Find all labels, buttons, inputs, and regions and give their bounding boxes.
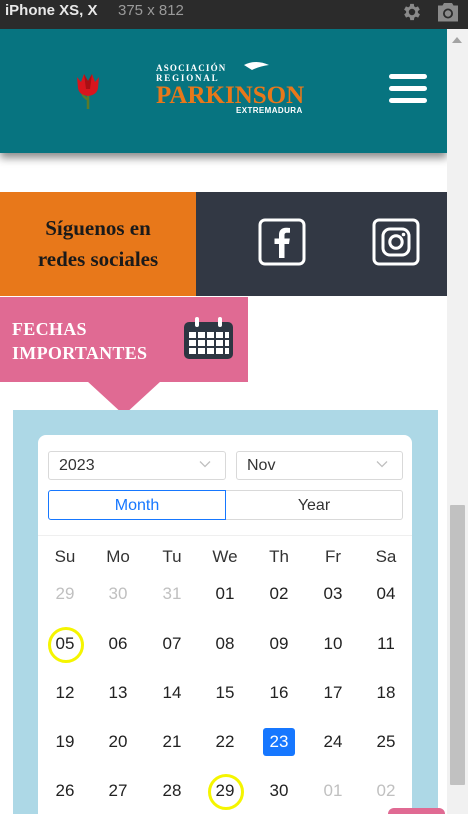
device-selector[interactable]: iPhone XS, X <box>5 2 98 19</box>
logo-line1: ASOCIACIÓN <box>156 63 227 73</box>
mode-year-button[interactable]: Year <box>226 490 403 520</box>
social-icons-panel <box>196 192 447 296</box>
weekday-header: Mo <box>106 547 130 566</box>
month-select[interactable]: Nov <box>236 451 403 480</box>
important-dates-line2: IMPORTANTES <box>12 343 148 363</box>
parkinson-logo[interactable]: ASOCIACIÓN REGIONAL PARKINSON EXTREMADUR… <box>152 57 312 117</box>
instagram-icon[interactable] <box>372 218 420 266</box>
calendar-day[interactable]: 30 <box>102 580 134 608</box>
calendar-day[interactable]: 15 <box>209 679 241 707</box>
important-dates-line1: FECHAS <box>12 319 87 339</box>
calendar-day[interactable]: 01 <box>209 580 241 608</box>
month-select-value: Nov <box>247 457 276 474</box>
weekday-header: We <box>212 547 238 566</box>
weekday-header: Sa <box>375 547 397 566</box>
calendar-day[interactable]: 31 <box>156 580 188 608</box>
follow-us-panel: Síguenos en redes sociales <box>0 192 196 296</box>
calendar-day[interactable]: 21 <box>156 728 188 756</box>
page-viewport: ASOCIACIÓN REGIONAL PARKINSON EXTREMADUR… <box>0 29 447 814</box>
tulip-icon[interactable] <box>73 71 103 111</box>
weekday-header: Su <box>54 547 76 566</box>
menu-bar-icon <box>389 74 427 79</box>
calendar-day[interactable]: 30 <box>263 777 295 805</box>
calendar-day[interactable]: 27 <box>102 777 134 805</box>
calendar-day[interactable]: 06 <box>102 630 134 658</box>
calendar-day[interactable]: 04 <box>370 580 402 608</box>
facebook-icon[interactable] <box>258 218 306 266</box>
weekday-header: Tu <box>162 547 182 566</box>
scrollbar-thumb[interactable] <box>450 505 465 785</box>
calendar-day[interactable]: 22 <box>209 728 241 756</box>
calendar-day[interactable]: 08 <box>209 630 241 658</box>
calendar-day[interactable]: 01 <box>317 777 349 805</box>
calendar-icon <box>184 317 233 359</box>
weekday-header: Fr <box>324 547 342 566</box>
important-dates-label: FECHAS IMPORTANTES <box>12 317 147 365</box>
calendar-day[interactable]: 05 <box>48 627 84 663</box>
calendar-day[interactable]: 11 <box>370 630 402 658</box>
calendar-day[interactable]: 03 <box>317 580 349 608</box>
scroll-up-arrow-icon[interactable] <box>452 37 462 43</box>
calendar-container: 2023 Nov Month Year Su Mo Tu We Th Fr Sa 29 30 31… <box>13 410 438 814</box>
calendar-day[interactable]: 29 <box>49 580 81 608</box>
calendar-day[interactable]: 24 <box>317 728 349 756</box>
device-dimensions: 375 x 812 <box>118 2 184 19</box>
calendar-day[interactable]: 09 <box>263 630 295 658</box>
menu-bar-icon <box>389 98 427 103</box>
year-select[interactable]: 2023 <box>48 451 226 480</box>
calendar-day[interactable]: 19 <box>49 728 81 756</box>
camera-icon[interactable] <box>436 1 460 23</box>
follow-line1: Síguenos en <box>45 216 151 240</box>
calendar-day[interactable]: 02 <box>263 580 295 608</box>
calendar-day[interactable]: 20 <box>102 728 134 756</box>
calendar-day[interactable]: 14 <box>156 679 188 707</box>
site-header: ASOCIACIÓN REGIONAL PARKINSON EXTREMADUR… <box>0 29 447 153</box>
device-toolbar: iPhone XS, X 375 x 812 <box>0 0 468 29</box>
follow-line2: redes sociales <box>37 247 159 271</box>
logo-main: PARKINSON <box>156 82 304 109</box>
social-section: Síguenos en redes sociales <box>0 192 447 296</box>
calendar-day[interactable]: 13 <box>102 679 134 707</box>
calendar-day[interactable]: 12 <box>49 679 81 707</box>
hamburger-menu-button[interactable] <box>389 74 429 104</box>
calendar-card: 2023 Nov Month Year Su Mo Tu We Th Fr Sa 29 30 31… <box>38 435 412 814</box>
year-select-value: 2023 <box>59 457 95 474</box>
calendar-day[interactable]: 16 <box>263 679 295 707</box>
chevron-down-icon <box>199 461 211 468</box>
calendar-day[interactable]: 02 <box>370 777 402 805</box>
calendar-day[interactable]: 26 <box>49 777 81 805</box>
mode-switch: Month Year <box>48 490 403 520</box>
mode-month-button[interactable]: Month <box>48 490 226 520</box>
calendar-day[interactable]: 25 <box>370 728 402 756</box>
pink-tab-corner <box>388 808 445 814</box>
calendar-day[interactable]: 10 <box>317 630 349 658</box>
gear-icon[interactable] <box>401 1 423 23</box>
menu-bar-icon <box>389 86 427 91</box>
logo-sub: EXTREMADURA <box>236 106 303 115</box>
important-dates-tab[interactable]: FECHAS IMPORTANTES <box>0 297 248 382</box>
calendar-day[interactable]: 23 <box>263 728 295 756</box>
calendar-day[interactable]: 17 <box>317 679 349 707</box>
chevron-down-icon <box>376 461 388 468</box>
calendar-day[interactable]: 29 <box>208 774 244 810</box>
calendar-day[interactable]: 07 <box>156 630 188 658</box>
calendar-divider <box>38 535 412 536</box>
calendar-day[interactable]: 18 <box>370 679 402 707</box>
weekday-header: Th <box>269 547 289 566</box>
scrollbar[interactable] <box>447 29 468 814</box>
calendar-day[interactable]: 28 <box>156 777 188 805</box>
